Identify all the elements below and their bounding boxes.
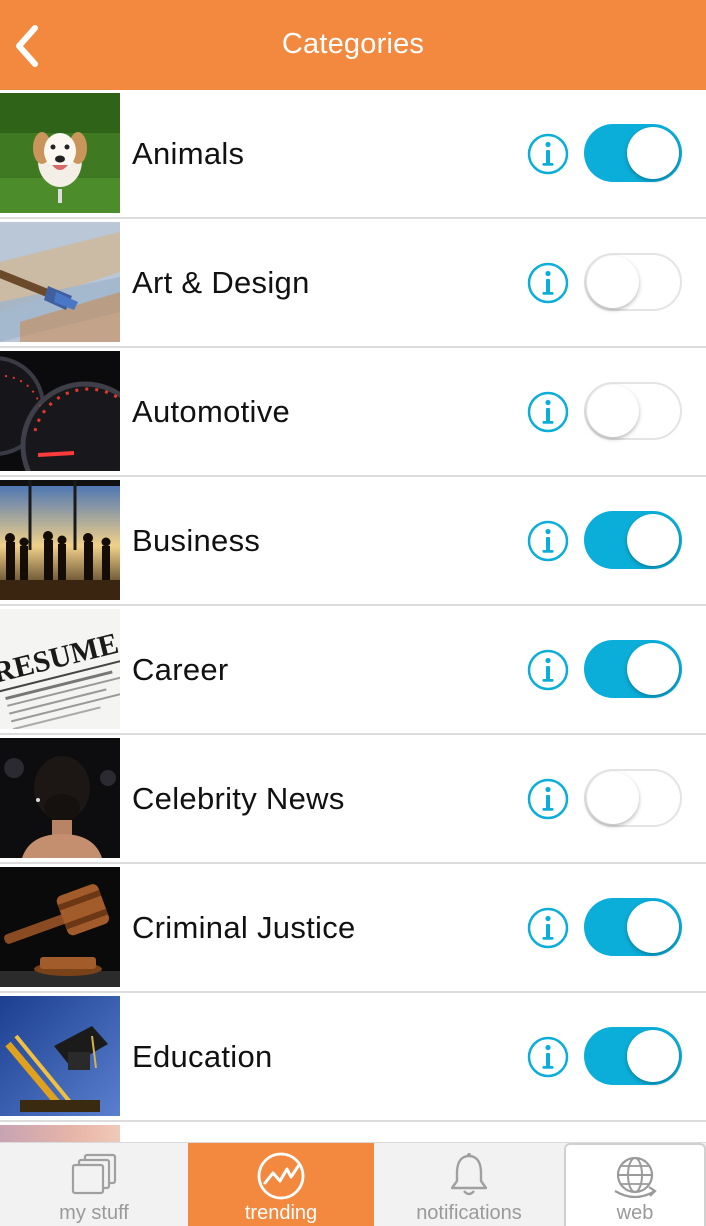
category-toggle[interactable] — [584, 511, 682, 569]
info-button[interactable] — [526, 1035, 570, 1079]
toggle-knob — [627, 514, 679, 566]
category-toggle[interactable] — [584, 253, 682, 311]
toggle-knob — [627, 127, 679, 179]
business-thumbnail — [0, 480, 120, 600]
category-toggle[interactable] — [584, 1027, 682, 1085]
category-row-automotive[interactable]: Automotive — [0, 348, 706, 477]
info-icon — [527, 649, 569, 691]
folders-icon — [71, 1153, 117, 1195]
bell-icon — [450, 1153, 488, 1196]
page-title: Categories — [281, 28, 425, 60]
toggle-knob — [627, 643, 679, 695]
tab-label: my stuff — [59, 1202, 129, 1224]
category-row-partial[interactable] — [0, 1122, 706, 1142]
category-label: Education — [132, 1039, 273, 1074]
category-row-celebrity-news[interactable]: Celebrity News — [0, 735, 706, 864]
tab-notifications[interactable]: notifications — [374, 1143, 564, 1226]
art-design-thumbnail — [0, 222, 120, 342]
tab-web[interactable]: web — [564, 1143, 706, 1226]
tab-trending[interactable]: trending — [188, 1143, 374, 1226]
category-row-career[interactable]: RESUME Career — [0, 606, 706, 735]
app-header: Categories — [0, 0, 706, 90]
toggle-knob — [627, 901, 679, 953]
info-icon — [527, 391, 569, 433]
info-button[interactable] — [526, 906, 570, 950]
animals-thumbnail — [0, 93, 120, 213]
partial-thumbnail — [0, 1125, 120, 1142]
info-button[interactable] — [526, 261, 570, 305]
category-label: Art & Design — [132, 265, 310, 300]
tab-label: web — [616, 1202, 654, 1224]
category-row-education[interactable]: Education — [0, 993, 706, 1122]
trending-icon — [257, 1152, 305, 1200]
tab-label: notifications — [416, 1202, 522, 1224]
globe-icon — [614, 1156, 657, 1199]
celebrity-news-thumbnail — [0, 738, 120, 858]
category-list: Animals Art & Design Automotive Business… — [0, 90, 706, 1142]
info-icon — [527, 520, 569, 562]
info-icon — [527, 778, 569, 820]
category-row-business[interactable]: Business — [0, 477, 706, 606]
info-button[interactable] — [526, 390, 570, 434]
category-label: Celebrity News — [132, 781, 345, 816]
category-toggle[interactable] — [584, 124, 682, 182]
bottom-tab-bar: my stuff trending notifications web — [0, 1142, 706, 1226]
category-label: Automotive — [132, 394, 291, 429]
tab-my-stuff[interactable]: my stuff — [0, 1143, 188, 1226]
info-button[interactable] — [526, 648, 570, 692]
category-toggle[interactable] — [584, 640, 682, 698]
info-icon — [527, 1036, 569, 1078]
category-toggle[interactable] — [584, 769, 682, 827]
info-button[interactable] — [526, 132, 570, 176]
info-icon — [527, 907, 569, 949]
category-row-art-design[interactable]: Art & Design — [0, 219, 706, 348]
category-row-animals[interactable]: Animals — [0, 90, 706, 219]
category-label: Career — [132, 652, 229, 687]
category-label: Animals — [132, 136, 245, 171]
info-icon — [527, 133, 569, 175]
category-label: Business — [132, 523, 261, 558]
toggle-knob — [587, 256, 639, 308]
category-row-criminal-justice[interactable]: Criminal Justice — [0, 864, 706, 993]
toggle-knob — [587, 385, 639, 437]
info-icon — [527, 262, 569, 304]
info-button[interactable] — [526, 777, 570, 821]
toggle-knob — [587, 772, 639, 824]
criminal-justice-thumbnail — [0, 867, 120, 987]
tab-label: trending — [244, 1202, 318, 1224]
category-label: Criminal Justice — [132, 910, 356, 945]
toggle-knob — [627, 1030, 679, 1082]
automotive-thumbnail — [0, 351, 120, 471]
career-thumbnail: RESUME — [0, 609, 120, 729]
category-toggle[interactable] — [584, 898, 682, 956]
category-toggle[interactable] — [584, 382, 682, 440]
education-thumbnail — [0, 996, 120, 1116]
info-button[interactable] — [526, 519, 570, 563]
